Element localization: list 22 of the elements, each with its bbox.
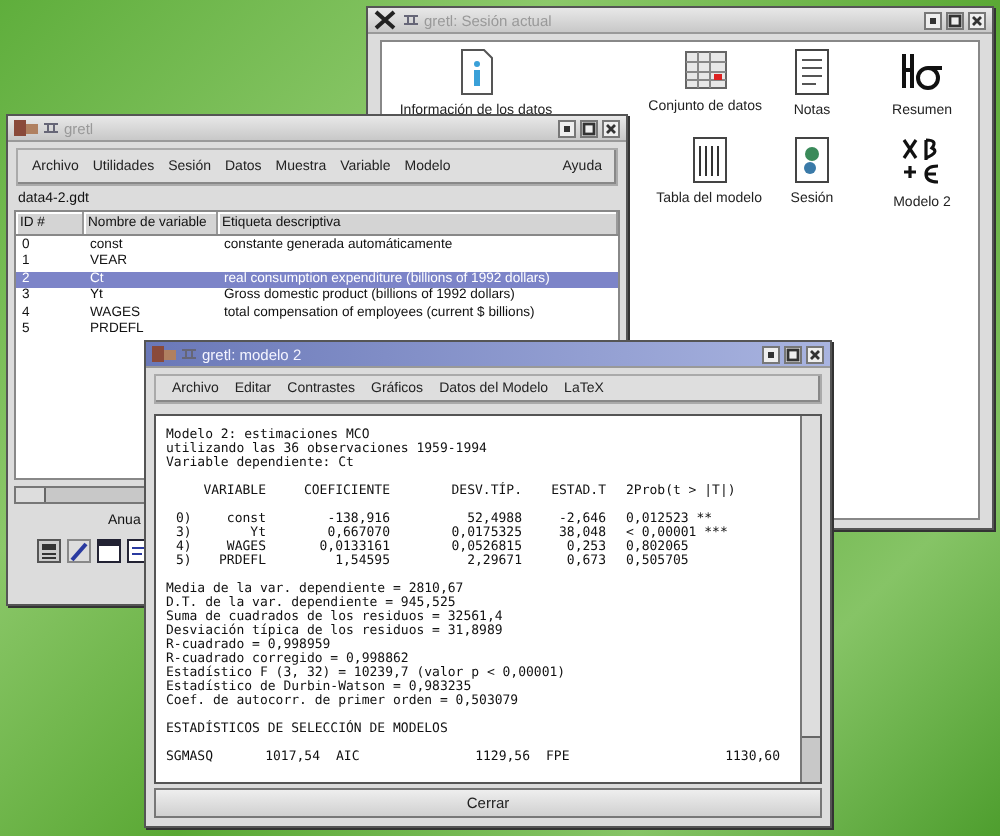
spreadsheet-icon[interactable] <box>681 48 730 92</box>
x-logo-icon <box>374 10 398 30</box>
notepad-icon[interactable] <box>792 48 832 96</box>
window-icon[interactable] <box>96 538 122 564</box>
minimize-icon[interactable] <box>558 119 576 137</box>
gretl-app-icon <box>152 344 176 364</box>
minimize-icon[interactable] <box>762 345 780 363</box>
close-icon[interactable] <box>806 345 824 363</box>
scrollbar-thumb[interactable] <box>16 488 46 502</box>
sigma-symbol-icon[interactable] <box>898 48 946 96</box>
horizontal-scrollbar[interactable] <box>14 486 150 504</box>
pencil-icon[interactable] <box>66 538 92 564</box>
vertical-scrollbar[interactable] <box>800 416 820 782</box>
minimize-icon[interactable] <box>924 11 942 29</box>
close-icon[interactable] <box>602 119 620 137</box>
maximize-icon[interactable] <box>946 11 964 29</box>
scrollbar-thumb[interactable] <box>802 416 820 738</box>
table-document-icon[interactable] <box>689 136 730 184</box>
gretl-app-icon <box>14 118 38 138</box>
close-icon[interactable] <box>968 11 986 29</box>
maximize-icon[interactable] <box>580 119 598 137</box>
maximize-icon[interactable] <box>784 345 802 363</box>
